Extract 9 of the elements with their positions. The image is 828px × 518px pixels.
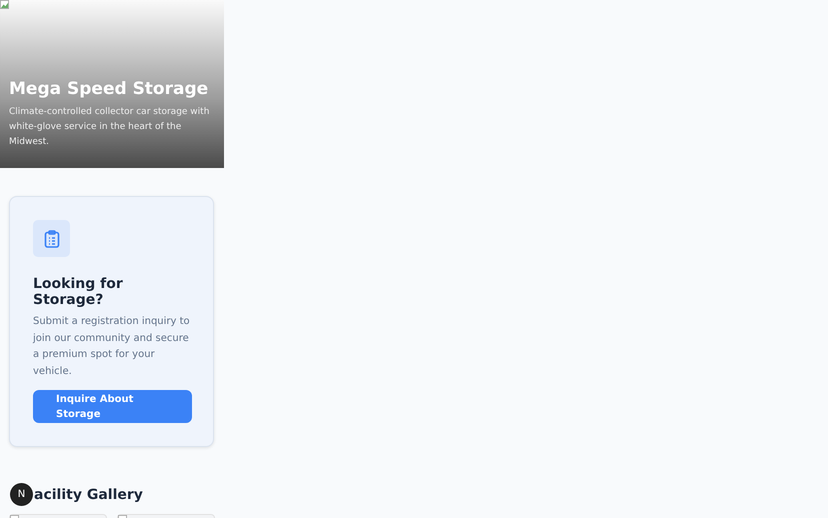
- n-badge[interactable]: N: [10, 483, 33, 506]
- hero-subtitle: Climate-controlled collector car storage with white-glove service in the heart of the Midwest.: [9, 106, 210, 149]
- card-text: Submit a registration inquiry to join our community and secure a premium spot for your vehicle.: [33, 315, 190, 378]
- inquire-button[interactable]: Inquire About Storage: [33, 390, 192, 423]
- broken-image-icon: [0, 0, 9, 9]
- section-title: acility Gallery: [34, 486, 143, 502]
- card-title: Looking for Storage?: [33, 276, 124, 308]
- hero-title: Mega Speed Storage: [9, 79, 210, 99]
- clipboard-icon: [44, 230, 60, 248]
